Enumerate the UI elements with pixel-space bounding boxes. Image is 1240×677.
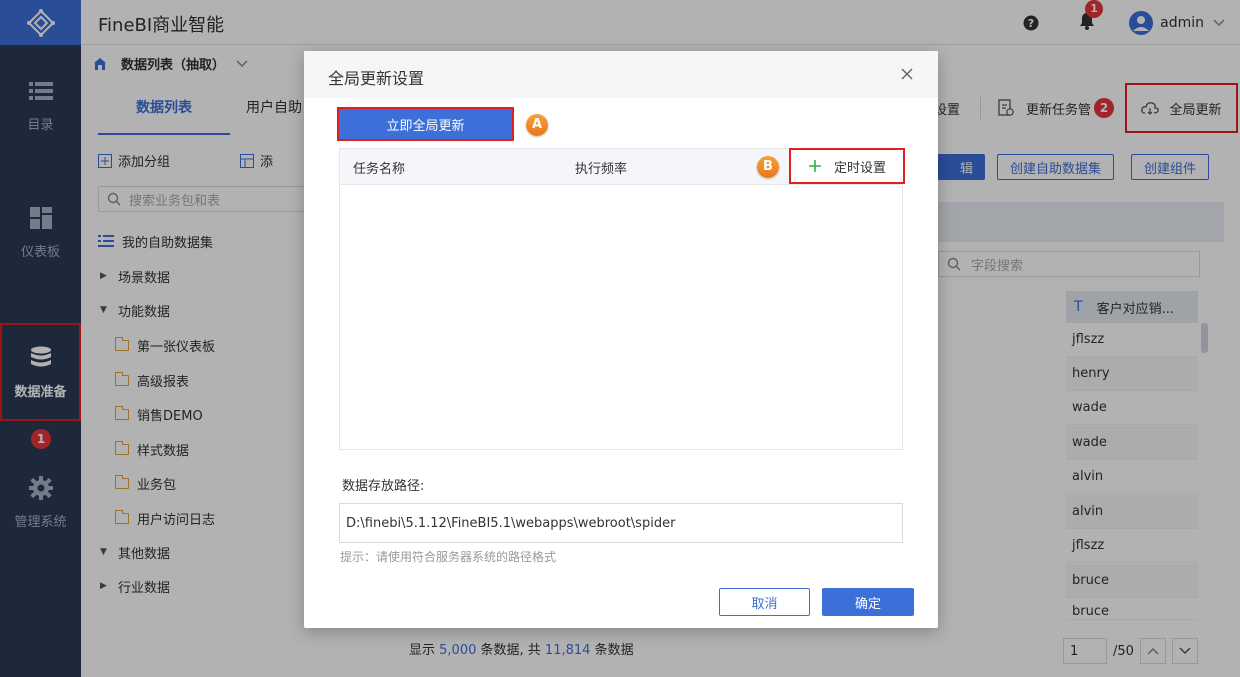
timer-setting-label: 定时设置 [833,160,886,176]
annotation-marker-b: B [757,156,779,178]
global-update-dialog: 全局更新设置 立即全局更新 A 任务名称 执行频率 B 定时设置 数据存放路径:… [304,51,938,628]
close-icon[interactable] [898,65,916,83]
timer-setting-button[interactable]: 定时设置 [789,148,905,184]
plus-icon [808,160,821,172]
annotation-marker-a: A [526,114,548,136]
storage-path-input[interactable]: D:\finebi\5.1.12\FineBI5.1\webapps\webro… [339,503,903,543]
col-frequency: 执行频率 [575,162,628,177]
dialog-title: 全局更新设置 [328,69,425,88]
col-task-name: 任务名称 [353,162,406,177]
update-now-button[interactable]: 立即全局更新 [337,107,514,141]
cancel-button[interactable]: 取消 [719,588,810,616]
confirm-button[interactable]: 确定 [822,588,914,616]
dialog-header: 全局更新设置 [304,51,938,98]
task-table: 任务名称 执行频率 B 定时设置 [339,148,905,450]
path-label: 数据存放路径: [342,479,425,494]
path-hint: 提示：请使用符合服务器系统的路径格式 [340,550,557,564]
